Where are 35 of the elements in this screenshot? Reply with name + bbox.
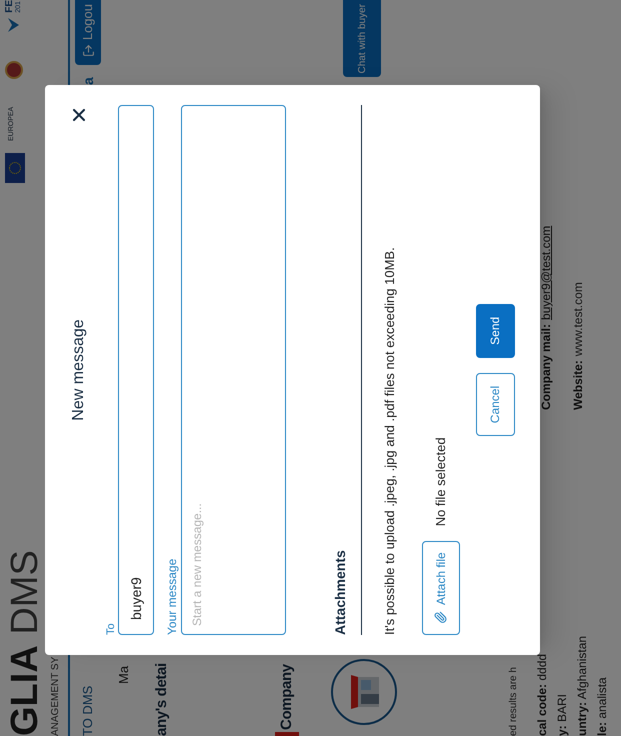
section-marker [275,732,299,736]
detail-value: www.test.com [570,282,586,356]
logout-icon [82,44,94,58]
detail-line: y: BARI [554,694,570,736]
cancel-button[interactable]: Cancel [476,372,514,436]
paperclip-icon [434,611,447,624]
detail-line: le: analista [594,677,610,736]
field-label: To [105,622,117,635]
message-field[interactable]: Start a new message... [181,105,286,635]
field-label: Your message [166,558,179,635]
section-title: Company [276,664,296,730]
detail-line: untry: Afghanistan [574,636,590,736]
logo-tagline: ANAGEMENT SY [49,656,62,736]
detail-link[interactable]: buyer9@test.com [537,226,555,320]
detail-label: Company mail: [538,324,554,410]
logout-button[interactable]: Logou [75,0,101,66]
partner-name: FE [5,0,15,13]
logo: GLIA DMS [3,550,47,736]
dialog-title: New message [69,319,88,421]
results-note: ed results are h [506,667,520,736]
emblem-icon [5,60,23,79]
upload-note: It's possible to upload .jpeg, .jpg and .pdf files not exceeding 10MB. [381,246,398,635]
menu-link[interactable]: a [78,77,98,85]
chat-button[interactable]: Chat with buyer [343,0,381,78]
to-field[interactable]: buyer9 [118,105,154,635]
submenu-item[interactable]: Ma [114,666,134,684]
attach-file-button[interactable]: Attach file [422,541,460,635]
page-title: any's detai [152,663,171,736]
send-button[interactable]: Send [476,304,514,358]
detail-line: cal code: dddd [534,654,550,736]
attachments-title: Attachments [331,549,349,635]
detail-label: Website: [570,360,586,410]
file-status: No file selected [432,437,449,526]
home-link[interactable]: TO DMS [78,686,98,736]
flag-icon [5,153,25,184]
